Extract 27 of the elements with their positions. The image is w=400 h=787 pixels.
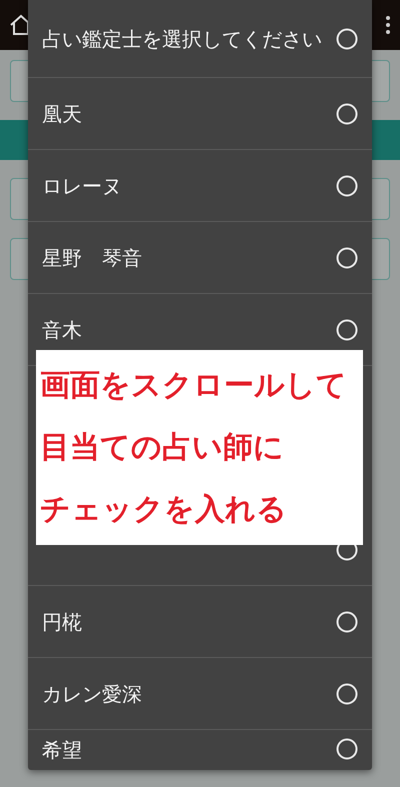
annotation-text: チェックを入れる <box>40 493 288 526</box>
annotation-text: 画面をスクロールして <box>40 368 348 402</box>
more-icon[interactable] <box>384 13 392 37</box>
radio-button[interactable] <box>336 318 358 340</box>
option-row[interactable]: ロレーヌ <box>28 150 372 222</box>
radio-button[interactable] <box>336 738 358 760</box>
radio-button[interactable] <box>336 246 358 268</box>
option-label: 星野 琴音 <box>42 244 142 272</box>
option-label: 凰天 <box>42 100 82 128</box>
option-row[interactable]: 凰天 <box>28 78 372 150</box>
radio-button[interactable] <box>336 102 358 124</box>
radio-button[interactable] <box>336 682 358 704</box>
option-row[interactable]: 希望 <box>28 730 372 770</box>
option-label: 希望 <box>42 738 82 762</box>
option-label: 音木 <box>42 316 82 344</box>
radio-button[interactable] <box>336 174 358 196</box>
option-label: 占い鑑定士を選択してください <box>42 26 322 52</box>
option-label: ロレーヌ <box>42 172 122 200</box>
option-row[interactable]: 星野 琴音 <box>28 222 372 294</box>
option-label: カレン愛深 <box>42 680 142 708</box>
option-row[interactable]: 占い鑑定士を選択してください <box>28 0 372 78</box>
radio-button[interactable] <box>336 610 358 632</box>
radio-button[interactable] <box>336 28 358 50</box>
option-row[interactable]: 円椛 <box>28 586 372 658</box>
annotation-text: 目当ての占い師に <box>40 430 285 464</box>
option-row[interactable]: カレン愛深 <box>28 658 372 730</box>
option-label: 円椛 <box>42 608 82 636</box>
